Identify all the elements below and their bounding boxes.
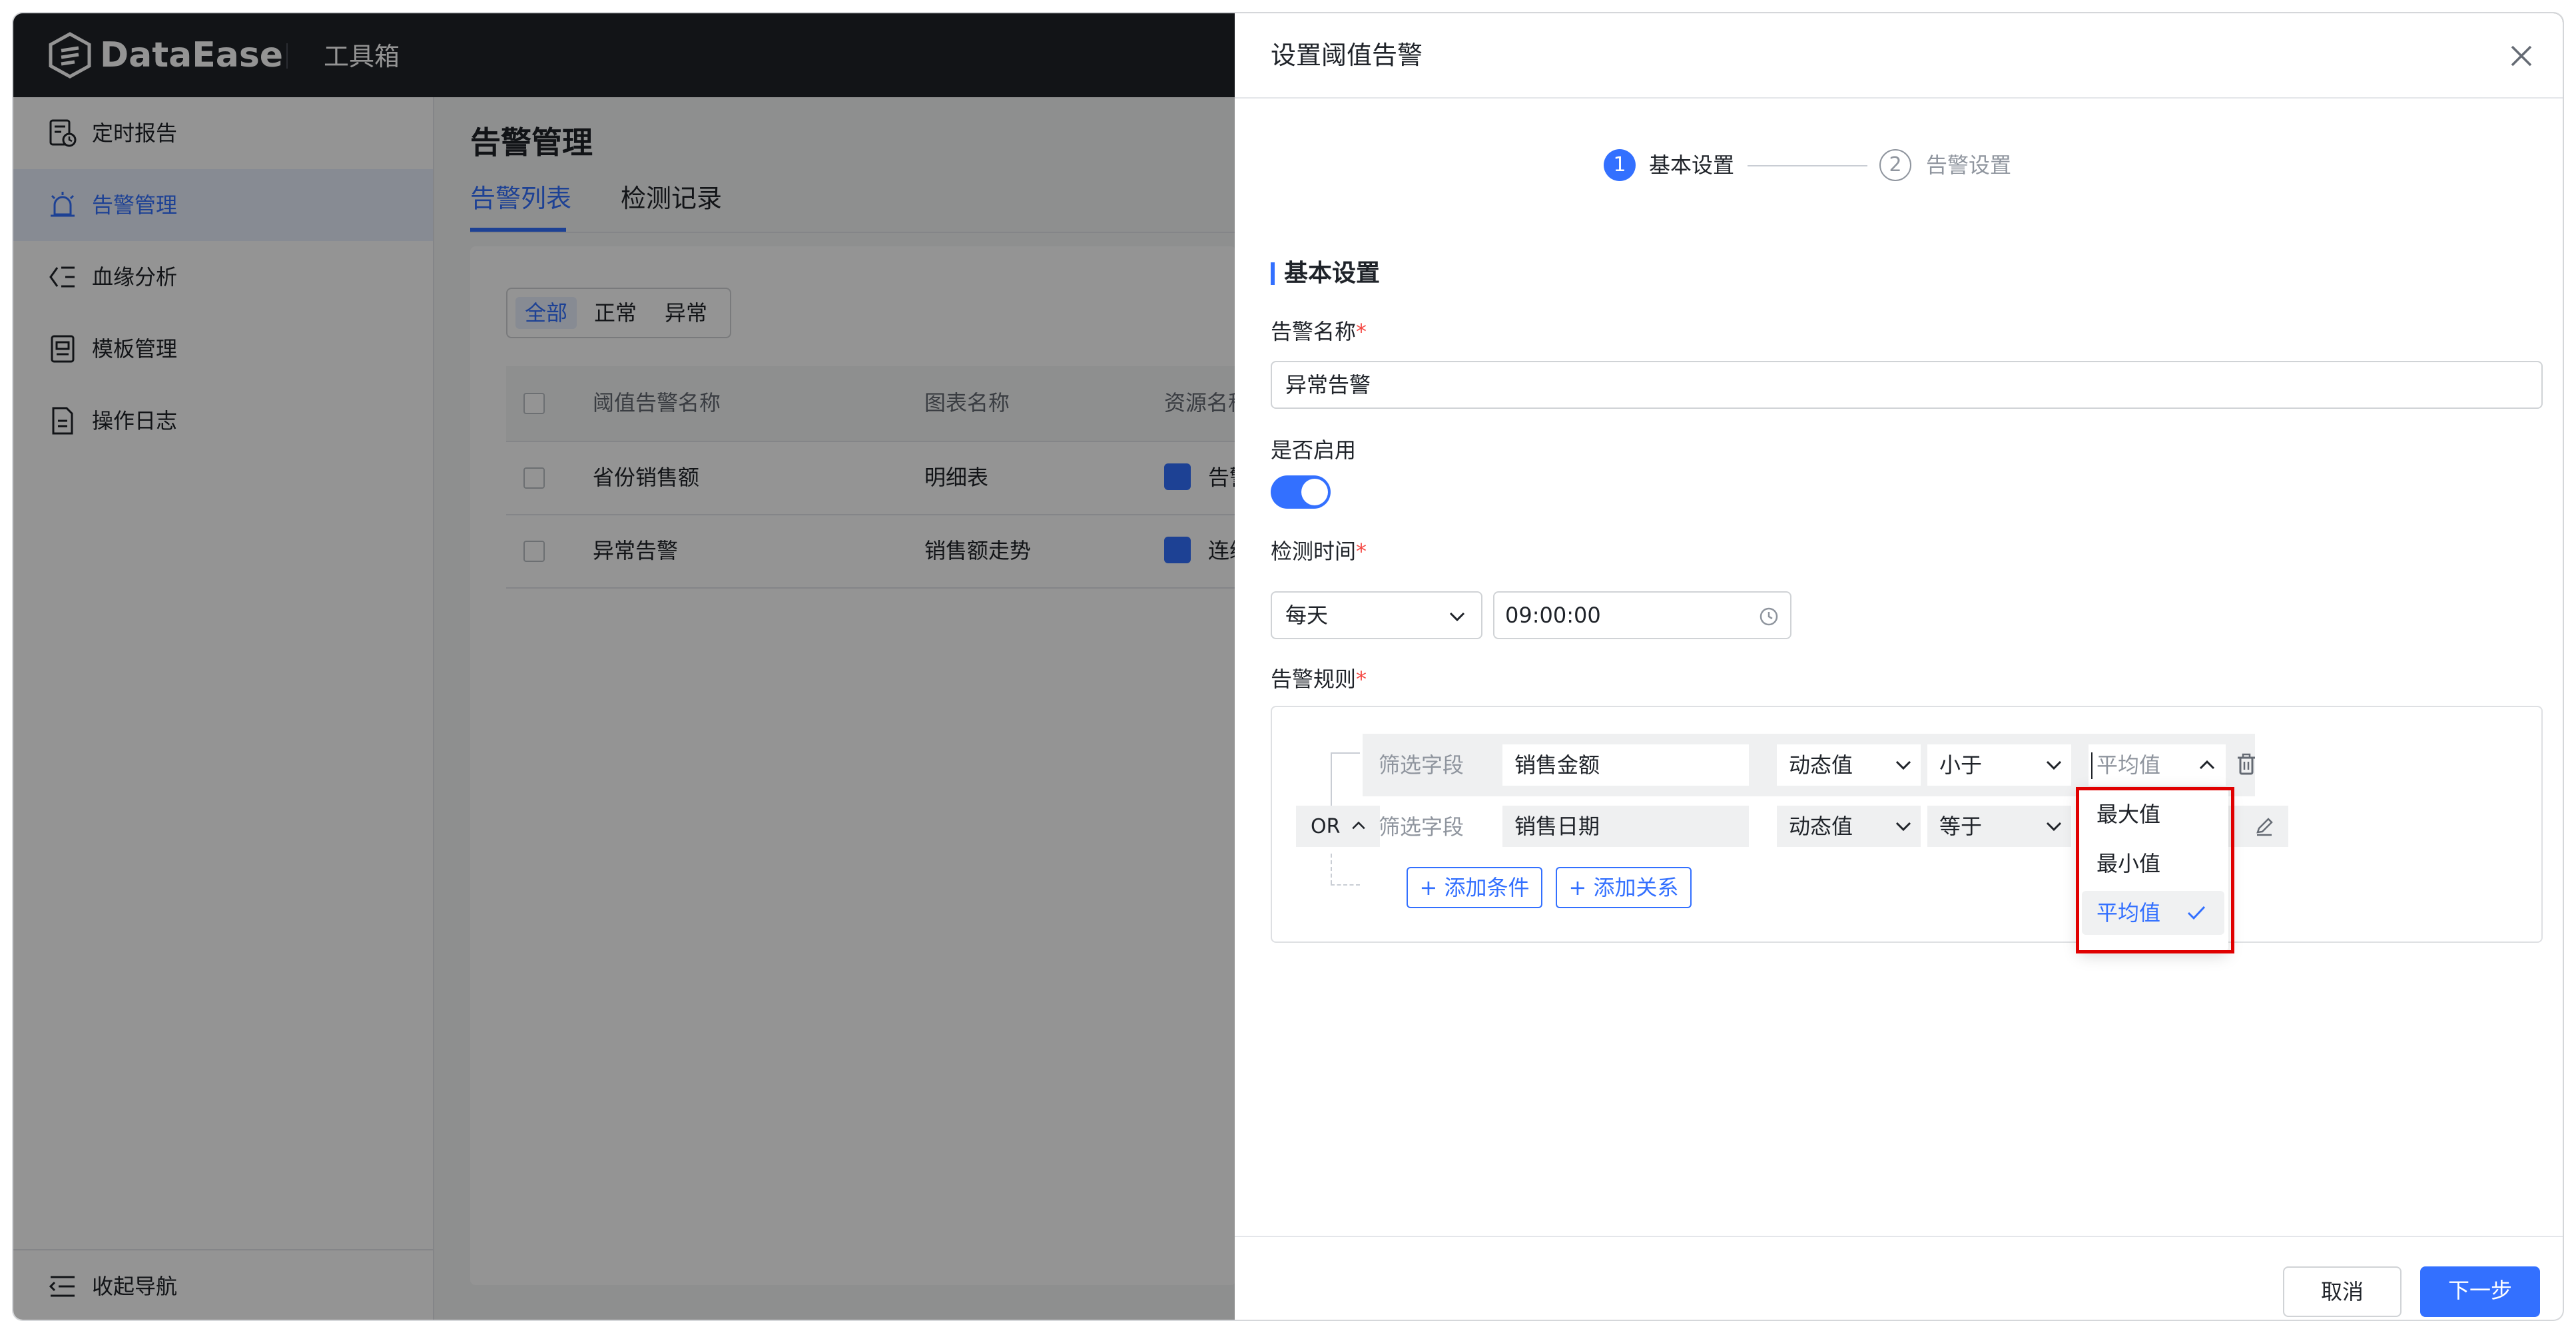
- value-placeholder: 平均值: [2096, 752, 2161, 778]
- value-type-value: 动态值: [1789, 814, 1853, 839]
- section-title: 基本设置: [1284, 260, 1381, 287]
- frequency-value: 每天: [1285, 603, 1329, 628]
- operator-select[interactable]: 小于: [1927, 744, 2071, 786]
- chevron-down-icon: [2046, 760, 2062, 770]
- value-type-value: 动态值: [1789, 752, 1853, 778]
- alarm-name-label: 告警名称*: [1271, 319, 1367, 344]
- value-type-select[interactable]: 动态值: [1777, 744, 1921, 786]
- section-accent-bar: [1271, 262, 1275, 285]
- close-icon[interactable]: [2507, 41, 2536, 71]
- add-condition-button[interactable]: + 添加条件: [1407, 867, 1542, 908]
- condition-field-label: 筛选字段: [1379, 814, 1464, 840]
- drawer-title: 设置阈值告警: [1271, 41, 1423, 70]
- alarm-name-input[interactable]: 异常告警: [1271, 361, 2543, 409]
- frequency-select[interactable]: 每天: [1271, 591, 1482, 639]
- step-2-number: 2: [1879, 149, 1911, 181]
- next-button[interactable]: 下一步: [2420, 1266, 2540, 1317]
- clock-icon: [1760, 607, 1778, 626]
- drawer-header: 设置阈值告警: [1235, 13, 2563, 99]
- alarm-rules-label: 告警规则*: [1271, 666, 1367, 692]
- chevron-up-icon: [2199, 760, 2215, 770]
- enabled-label: 是否启用: [1271, 437, 1357, 463]
- value-type-select[interactable]: 动态值: [1777, 806, 1921, 847]
- tree-line: [1331, 854, 1332, 884]
- step-2-label: 告警设置: [1926, 152, 2012, 178]
- add-relation-button[interactable]: + 添加关系: [1556, 867, 1692, 908]
- edit-icon[interactable]: [2254, 816, 2275, 838]
- condition-field-select[interactable]: 销售日期: [1502, 806, 1749, 847]
- modal-overlay[interactable]: [13, 13, 1235, 1320]
- tree-line: [1331, 884, 1360, 886]
- value-select[interactable]: 平均值: [2089, 744, 2226, 786]
- condition-field-value: 销售日期: [1514, 814, 1600, 839]
- operator-select[interactable]: 等于: [1927, 806, 2071, 847]
- step-1-number: 1: [1604, 149, 1636, 181]
- relation-select[interactable]: OR: [1296, 806, 1380, 847]
- time-picker[interactable]: 09:00:00: [1493, 591, 1791, 639]
- toggle-knob: [1301, 479, 1328, 505]
- highlight-annotation: [2076, 787, 2234, 953]
- drawer-footer: 取消 下一步: [1235, 1236, 2563, 1320]
- delete-icon[interactable]: [2235, 752, 2258, 776]
- condition-field-select[interactable]: 销售金额: [1502, 744, 1749, 786]
- app-window: DataEase 工具箱 定时报告 告警管理 血缘分析 模板管理 操作日志 收起…: [13, 13, 2563, 1320]
- time-value: 09:00:00: [1505, 603, 1601, 628]
- chevron-down-icon: [1895, 760, 1911, 770]
- alarm-name-value: 异常告警: [1285, 372, 1371, 398]
- check-time-label: 检测时间*: [1271, 539, 1367, 564]
- step-connector: [1748, 165, 1867, 166]
- condition-field-value: 销售金额: [1514, 752, 1600, 778]
- condition-field-label: 筛选字段: [1379, 752, 1464, 778]
- tree-line: [1331, 752, 1360, 754]
- step-1-label: 基本设置: [1649, 152, 1735, 178]
- operator-value: 等于: [1939, 814, 1983, 839]
- alarm-settings-drawer: 设置阈值告警 1 基本设置 2 告警设置 基本设置 告警名称* 异常告警 是否启…: [1235, 13, 2563, 1320]
- enabled-toggle[interactable]: [1271, 475, 1331, 509]
- chevron-down-icon: [1449, 612, 1465, 622]
- operator-value: 小于: [1939, 752, 1983, 778]
- text-cursor: [2091, 752, 2093, 779]
- relation-value: OR: [1311, 815, 1341, 838]
- chevron-down-icon: [2046, 822, 2062, 832]
- cancel-button[interactable]: 取消: [2283, 1266, 2402, 1317]
- chevron-down-icon: [1895, 822, 1911, 832]
- chevron-up-icon: [1352, 821, 1365, 830]
